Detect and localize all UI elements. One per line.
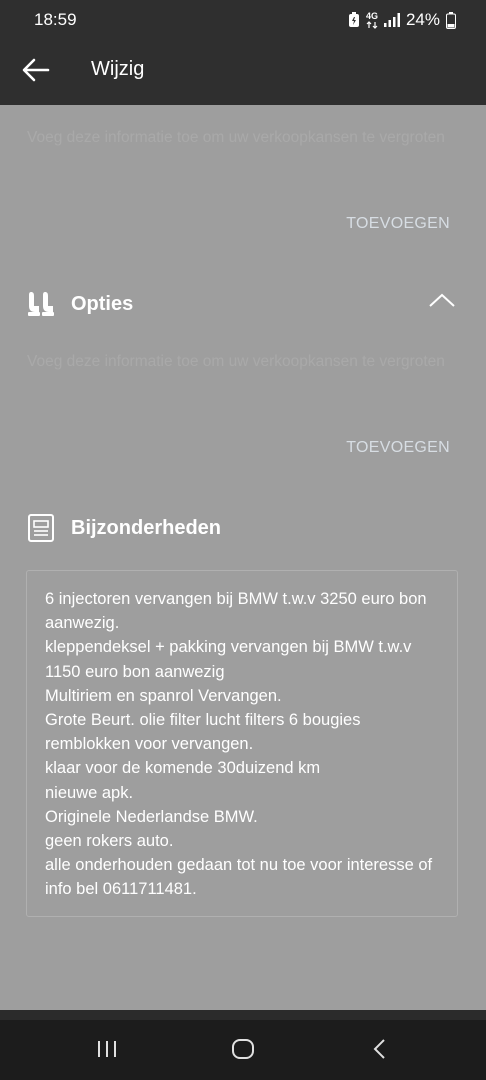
system-nav-bar — [0, 1020, 486, 1080]
home-button[interactable] — [223, 1034, 263, 1068]
options-section-header[interactable]: Opties — [24, 286, 464, 322]
back-icon — [372, 1038, 388, 1065]
details-section-header: Bijzonderheden — [24, 510, 464, 546]
details-section-title: Bijzonderheden — [71, 516, 222, 539]
battery-saver-icon — [348, 12, 360, 28]
recent-apps-icon — [96, 1039, 118, 1064]
seat-icon — [24, 287, 58, 321]
network-label: 4G — [365, 10, 378, 21]
status-bar: 18:59 4G 24% — [0, 0, 486, 40]
previous-add-button[interactable]: TOEVOEGEN — [346, 215, 450, 233]
home-icon — [231, 1038, 255, 1065]
options-add-button[interactable]: TOEVOEGEN — [346, 439, 450, 457]
status-time: 18:59 — [34, 10, 77, 29]
recent-apps-button[interactable] — [87, 1034, 127, 1068]
back-arrow-icon — [22, 58, 50, 87]
document-icon — [24, 511, 58, 545]
battery-icon — [446, 11, 456, 29]
page-title: Wijzig — [91, 58, 145, 80]
battery-percent: 24% — [405, 10, 440, 29]
bottom-strip — [0, 1010, 486, 1020]
signal-icon — [383, 13, 400, 27]
nav-back-button[interactable] — [360, 1034, 400, 1068]
form-content: Voeg deze informatie toe om uw verkoopka… — [0, 105, 486, 1010]
chevron-up-icon[interactable] — [428, 292, 456, 313]
status-icons: 4G 24% — [348, 10, 456, 30]
options-section-hint: Voeg deze informatie toe om uw verkoopka… — [27, 353, 445, 370]
details-textarea[interactable]: 6 injectoren vervangen bij BMW t.w.v 325… — [26, 570, 458, 917]
app-bar: Wijzig — [0, 40, 486, 105]
options-section-title: Opties — [71, 292, 134, 315]
network-4g-icon: 4G — [365, 10, 378, 29]
details-text: 6 injectoren vervangen bij BMW t.w.v 325… — [45, 590, 433, 899]
previous-section-hint: Voeg deze informatie toe om uw verkoopka… — [27, 129, 445, 146]
back-button[interactable] — [16, 52, 56, 92]
